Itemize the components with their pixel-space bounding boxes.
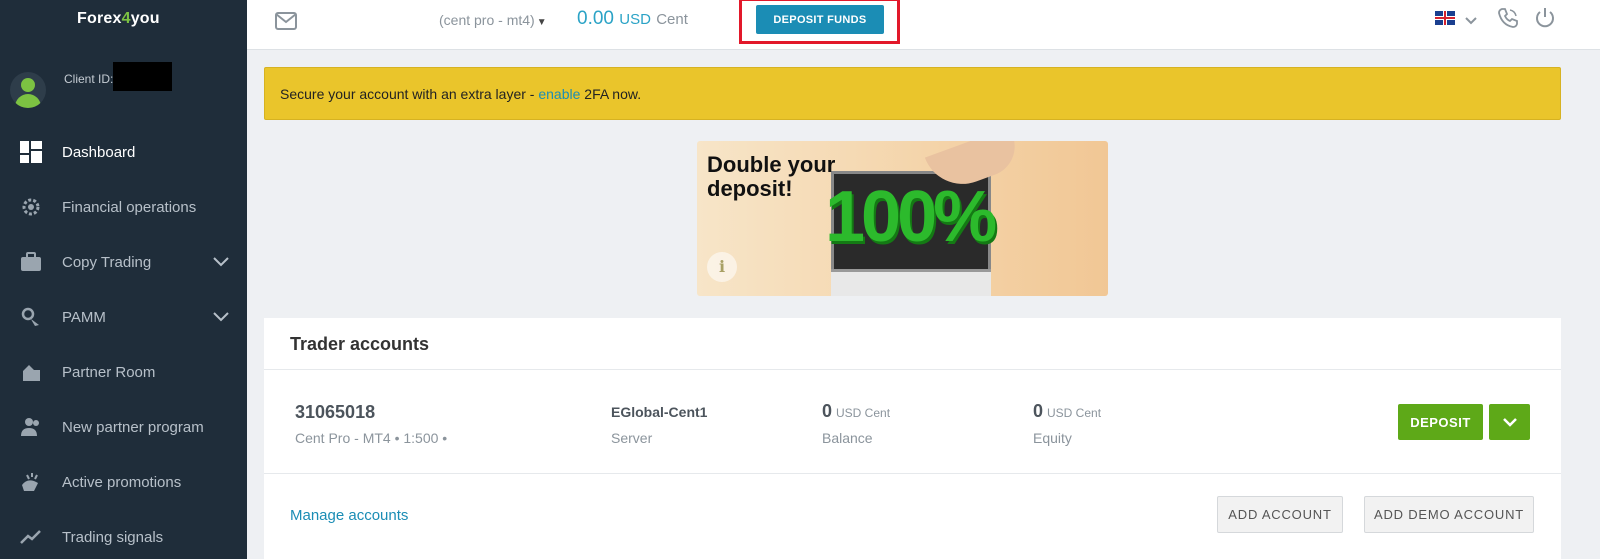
deposit-options-button[interactable]	[1489, 404, 1530, 440]
partner-room-icon	[20, 361, 42, 383]
balance-unit: Cent	[656, 11, 688, 28]
trader-accounts-card: Trader accounts 31065018 Cent Pro - MT4 …	[264, 318, 1561, 559]
banner-title: Double your deposit!	[707, 152, 836, 201]
account-number[interactable]: 31065018	[295, 402, 375, 423]
balance-value: 0.00	[577, 8, 614, 29]
gear-icon	[20, 196, 42, 218]
account-equity-value: 0 USD Cent	[1033, 401, 1101, 422]
pamm-icon	[20, 306, 42, 328]
promotions-icon	[20, 471, 42, 493]
sidebar-item-label: Active promotions	[62, 473, 182, 491]
dashboard-icon	[20, 141, 42, 163]
sidebar-item-label: Dashboard	[62, 143, 136, 161]
deposit-funds-button[interactable]: DEPOSIT FUNDS	[756, 5, 884, 34]
avatar-head	[21, 78, 35, 92]
sidebar: Forex4you Client ID: Dashboard Financial…	[0, 0, 247, 559]
avatar[interactable]	[10, 72, 46, 108]
top-bar: (cent pro - mt4) ▼ 0.00 USD Cent DEPOSIT …	[247, 0, 1600, 50]
add-demo-account-button[interactable]: ADD DEMO ACCOUNT	[1364, 496, 1534, 533]
alert-text-before: Secure your account with an extra layer …	[280, 86, 539, 102]
account-balance-value: 0 USD Cent	[822, 401, 890, 422]
caret-down-icon: ▼	[536, 17, 547, 28]
briefcase-icon	[20, 251, 42, 273]
sidebar-item-financial-operations[interactable]: Financial operations	[0, 187, 247, 227]
account-selector[interactable]: (cent pro - mt4) ▼	[439, 12, 547, 28]
account-balance-label: Balance	[822, 430, 873, 446]
sidebar-item-label: Partner Room	[62, 363, 156, 381]
chevron-down-icon[interactable]	[213, 309, 229, 326]
add-account-button[interactable]: ADD ACCOUNT	[1217, 496, 1343, 533]
client-id-label: Client ID:	[64, 72, 114, 86]
sidebar-item-label: Trading signals	[62, 528, 164, 546]
avatar-body	[15, 94, 41, 108]
account-balance-unit: USD Cent	[836, 406, 891, 420]
info-icon[interactable]: i	[707, 252, 737, 282]
users-icon	[20, 416, 42, 438]
sidebar-item-dashboard[interactable]: Dashboard	[0, 132, 247, 172]
sidebar-item-label: Copy Trading	[62, 253, 152, 271]
card-title: Trader accounts	[290, 334, 430, 354]
account-row: 31065018 Cent Pro - MT4 • 1:500 • EGloba…	[264, 371, 1561, 474]
sidebar-item-label: Financial operations	[62, 198, 197, 216]
account-meta: Cent Pro - MT4 • 1:500 •	[295, 430, 448, 446]
manage-accounts-link[interactable]: Manage accounts	[290, 507, 408, 524]
forex4you-logo[interactable]: Forex4you	[77, 10, 160, 28]
account-balance-number: 0	[822, 401, 833, 421]
mail-icon[interactable]	[275, 12, 297, 35]
header-balance: 0.00 USD Cent	[577, 8, 688, 30]
banner-briefcase-base	[831, 269, 991, 296]
power-icon[interactable]	[1534, 7, 1556, 34]
balance-currency: USD	[619, 11, 651, 28]
logo-text-you: you	[130, 10, 160, 27]
sidebar-item-active-promotions[interactable]: Active promotions	[0, 462, 247, 502]
sidebar-item-new-partner-program[interactable]: New partner program	[0, 407, 247, 447]
account-equity-number: 0	[1033, 401, 1044, 421]
enable-2fa-link[interactable]: enable	[538, 86, 580, 102]
sidebar-item-trading-signals[interactable]: Trading signals	[0, 517, 247, 557]
phone-icon[interactable]	[1497, 7, 1519, 34]
logo-text-4: 4	[121, 10, 131, 27]
account-selector-value: (cent pro - mt4)	[439, 12, 535, 28]
account-equity-label: Equity	[1033, 430, 1072, 446]
banner-100-percent-graphic: 100%	[825, 177, 997, 257]
alert-text-after: 2FA now.	[580, 86, 642, 102]
uk-flag-icon[interactable]	[1435, 11, 1455, 25]
promo-banner[interactable]: 100% Double your deposit! i	[697, 141, 1108, 296]
chevron-down-icon[interactable]	[213, 254, 229, 271]
chevron-down-icon[interactable]	[1465, 12, 1477, 30]
sidebar-item-pamm[interactable]: PAMM	[0, 297, 247, 337]
trend-icon	[20, 526, 42, 548]
logo-text-forex: Forex	[77, 10, 122, 27]
chevron-down-icon	[1502, 415, 1517, 430]
sidebar-item-label: PAMM	[62, 308, 106, 326]
deposit-button[interactable]: DEPOSIT	[1398, 404, 1483, 440]
card-header: Trader accounts	[264, 318, 1561, 370]
security-2fa-alert: Secure your account with an extra layer …	[264, 67, 1561, 120]
sidebar-item-partner-room[interactable]: Partner Room	[0, 352, 247, 392]
sidebar-item-label: New partner program	[62, 418, 204, 436]
account-equity-unit: USD Cent	[1047, 406, 1102, 420]
server-label: Server	[611, 430, 653, 446]
sidebar-item-copy-trading[interactable]: Copy Trading	[0, 242, 247, 282]
server-value: EGlobal-Cent1	[611, 404, 708, 420]
client-id-redacted	[113, 62, 172, 91]
